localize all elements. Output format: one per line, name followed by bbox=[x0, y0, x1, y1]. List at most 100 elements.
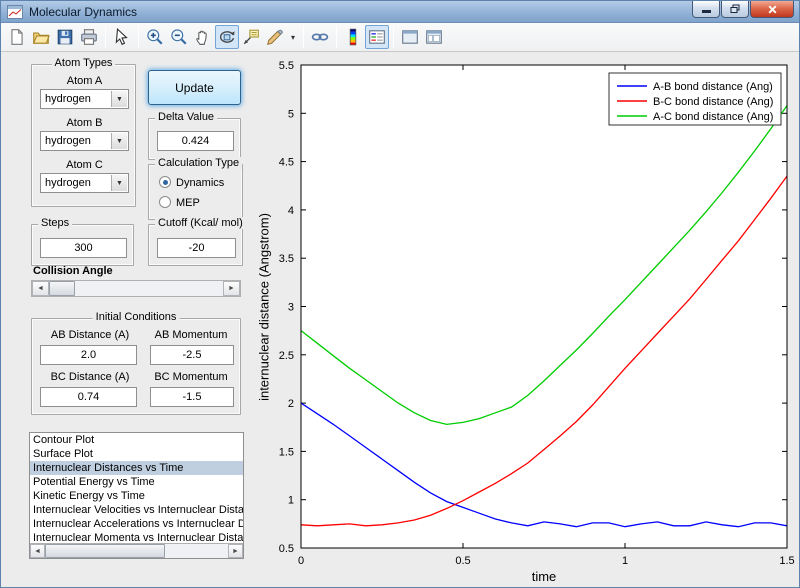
slider-thumb[interactable] bbox=[49, 281, 75, 296]
svg-text:5: 5 bbox=[288, 108, 294, 120]
toolbar-separator bbox=[303, 26, 304, 48]
svg-text:2.5: 2.5 bbox=[279, 350, 294, 362]
atom-a-select[interactable]: hydrogen ▼ bbox=[40, 89, 129, 109]
print-figure-icon bbox=[81, 29, 97, 45]
atom-c-select[interactable]: hydrogen ▼ bbox=[40, 173, 129, 193]
cutoff-input[interactable] bbox=[157, 238, 236, 258]
mep-radio[interactable] bbox=[159, 196, 171, 208]
calculation-type-panel: Calculation Type Dynamics MEP bbox=[148, 157, 243, 220]
close-icon bbox=[768, 5, 776, 13]
pan-button[interactable] bbox=[191, 25, 215, 49]
figure-client-area: Atom Types Atom A hydrogen ▼ Atom B hydr… bbox=[1, 52, 799, 587]
toolbar-separator bbox=[105, 26, 106, 48]
mep-radio-label: MEP bbox=[176, 197, 200, 209]
plot-type-listbox[interactable]: Contour Plot Surface Plot Internuclear D… bbox=[29, 432, 244, 559]
brush-dropdown-button[interactable]: ▾ bbox=[287, 25, 299, 49]
svg-text:2: 2 bbox=[288, 398, 294, 410]
slider-right-arrow-icon[interactable]: ► bbox=[223, 281, 240, 296]
insert-colorbar-button[interactable] bbox=[341, 25, 365, 49]
app-icon bbox=[7, 5, 23, 19]
atom-b-label: Atom B bbox=[66, 117, 103, 129]
scrollbar-thumb[interactable] bbox=[45, 544, 165, 558]
axes-canvas[interactable]: 0 0.5 1 1.5 0.5 1 1.5 2 2.5 3 3.5 4 4.5 5 5.5 A-B bond … bbox=[251, 57, 800, 588]
svg-text:1: 1 bbox=[622, 555, 628, 567]
steps-input[interactable] bbox=[40, 238, 127, 258]
scrollbar-right-arrow-icon[interactable]: ► bbox=[228, 544, 243, 558]
zoom-out-button[interactable] bbox=[167, 25, 191, 49]
collision-angle-slider[interactable]: ◄ ► bbox=[31, 280, 241, 297]
brush-button[interactable] bbox=[263, 25, 287, 49]
atom-c-label: Atom C bbox=[66, 159, 103, 171]
bc-distance-input[interactable] bbox=[40, 387, 137, 407]
titlebar[interactable]: Molecular Dynamics bbox=[1, 1, 799, 23]
restore-button[interactable] bbox=[721, 1, 749, 18]
minimize-button[interactable] bbox=[692, 1, 720, 18]
show-plot-tools-icon bbox=[426, 30, 442, 44]
svg-text:0.5: 0.5 bbox=[279, 543, 294, 555]
hide-plot-tools-button[interactable] bbox=[398, 25, 422, 49]
x-axis-label: time bbox=[531, 569, 557, 584]
restore-icon bbox=[730, 4, 740, 13]
dynamics-radio[interactable] bbox=[159, 176, 171, 188]
zoom-out-icon bbox=[171, 29, 187, 45]
new-figure-button[interactable] bbox=[5, 25, 29, 49]
list-item[interactable]: Internuclear Distances vs Time bbox=[30, 461, 243, 475]
zoom-in-button[interactable] bbox=[143, 25, 167, 49]
list-item[interactable]: Potential Energy vs Time bbox=[30, 475, 243, 489]
save-figure-button[interactable] bbox=[53, 25, 77, 49]
list-item[interactable]: Surface Plot bbox=[30, 447, 243, 461]
data-cursor-icon bbox=[243, 29, 259, 45]
edit-plot-button[interactable] bbox=[110, 25, 134, 49]
link-plot-button[interactable] bbox=[308, 25, 332, 49]
link-plot-icon bbox=[311, 33, 329, 41]
chevron-down-icon[interactable]: ▼ bbox=[111, 91, 127, 107]
steps-panel: Steps bbox=[31, 217, 134, 266]
show-plot-tools-button[interactable] bbox=[422, 25, 446, 49]
svg-text:4.5: 4.5 bbox=[279, 157, 294, 169]
atom-b-select[interactable]: hydrogen ▼ bbox=[40, 131, 129, 151]
calculation-type-title: Calculation Type bbox=[155, 157, 243, 169]
ab-distance-input[interactable] bbox=[40, 345, 137, 365]
atom-b-value: hydrogen bbox=[45, 135, 91, 147]
svg-text:B-C bond distance (Ang): B-C bond distance (Ang) bbox=[653, 96, 773, 108]
rotate-3d-icon bbox=[219, 31, 235, 43]
ab-momentum-input[interactable] bbox=[150, 345, 234, 365]
window-title: Molecular Dynamics bbox=[29, 5, 138, 19]
brush-dropdown-icon: ▾ bbox=[290, 32, 295, 42]
initial-conditions-title: Initial Conditions bbox=[92, 311, 180, 323]
ab-distance-label: AB Distance (A) bbox=[50, 329, 130, 341]
collision-angle-label: Collision Angle bbox=[33, 265, 113, 277]
svg-text:4: 4 bbox=[288, 205, 294, 217]
listbox-hscrollbar[interactable]: ◄ ► bbox=[30, 543, 243, 558]
data-cursor-button[interactable] bbox=[239, 25, 263, 49]
list-item[interactable]: Internuclear Accelerations vs Internucle… bbox=[30, 517, 243, 531]
print-figure-button[interactable] bbox=[77, 25, 101, 49]
atom-types-panel: Atom Types Atom A hydrogen ▼ Atom B hydr… bbox=[31, 57, 136, 207]
new-figure-icon bbox=[11, 29, 23, 45]
scrollbar-left-arrow-icon[interactable]: ◄ bbox=[30, 544, 45, 558]
edit-plot-icon bbox=[115, 28, 128, 46]
list-item[interactable]: Kinetic Energy vs Time bbox=[30, 489, 243, 503]
plot-area[interactable]: 0 0.5 1 1.5 0.5 1 1.5 2 2.5 3 3.5 4 4.5 5 5.5 A-B bond … bbox=[251, 57, 800, 588]
open-file-button[interactable] bbox=[29, 25, 53, 49]
insert-legend-button[interactable] bbox=[365, 25, 389, 49]
figure-toolbar: ▾ bbox=[1, 23, 799, 52]
chevron-down-icon[interactable]: ▼ bbox=[111, 175, 127, 191]
steps-title: Steps bbox=[38, 217, 73, 229]
close-button[interactable] bbox=[750, 1, 794, 18]
chevron-down-icon[interactable]: ▼ bbox=[111, 133, 127, 149]
rotate-3d-button[interactable] bbox=[215, 25, 239, 49]
svg-text:5.5: 5.5 bbox=[279, 60, 294, 72]
svg-text:1: 1 bbox=[288, 495, 294, 507]
atom-a-value: hydrogen bbox=[45, 93, 91, 105]
delta-value-input[interactable] bbox=[157, 131, 234, 151]
bc-momentum-input[interactable] bbox=[150, 387, 234, 407]
hide-plot-tools-icon bbox=[402, 30, 418, 44]
list-item[interactable]: Internuclear Velocities vs Internuclear … bbox=[30, 503, 243, 517]
list-item[interactable]: Contour Plot bbox=[30, 433, 243, 447]
insert-colorbar-icon bbox=[349, 28, 357, 46]
slider-left-arrow-icon[interactable]: ◄ bbox=[32, 281, 49, 296]
update-button[interactable]: Update bbox=[148, 70, 241, 105]
atom-types-title: Atom Types bbox=[51, 57, 116, 69]
delta-value-panel: Delta Value bbox=[148, 111, 241, 160]
